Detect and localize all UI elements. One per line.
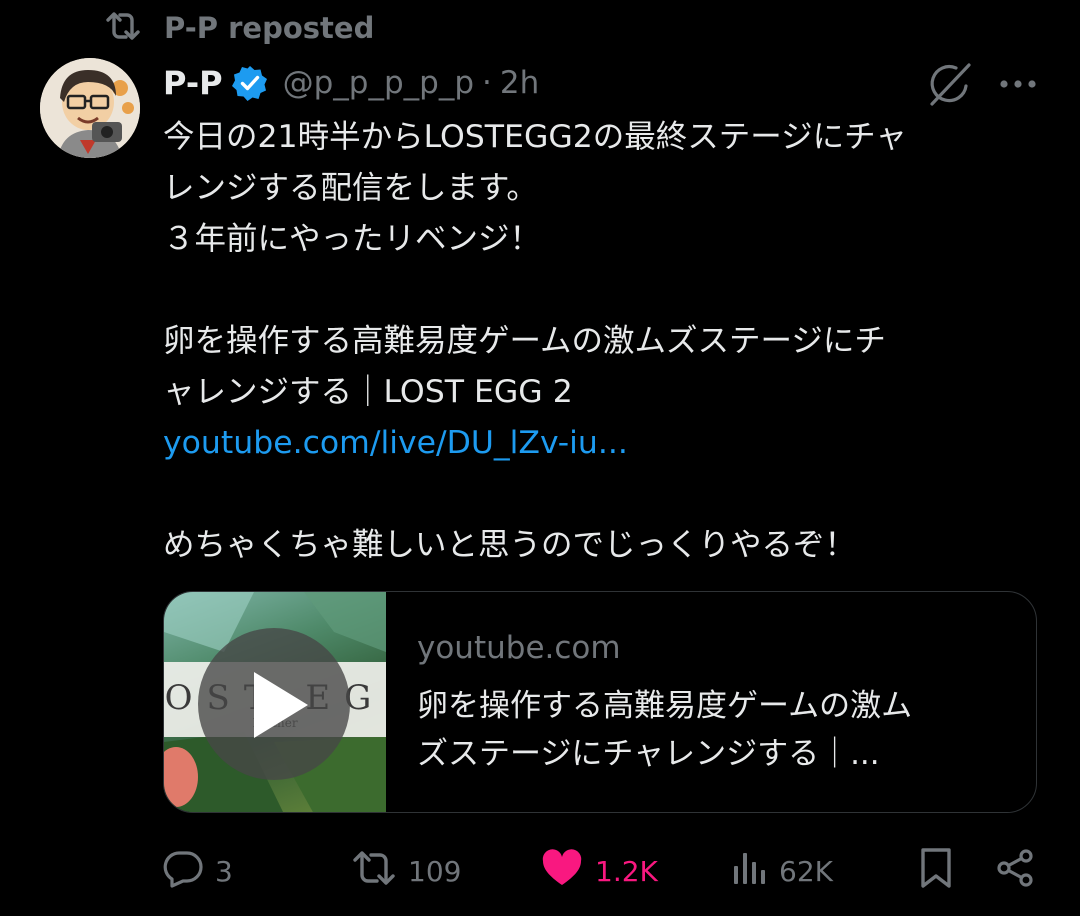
card-thumbnail[interactable]: OST EG Be ther [164,592,386,812]
repost-icon [104,10,142,46]
repost-label: P-P reposted [164,11,375,45]
author-handle[interactable]: @p_p_p_p_p [283,65,474,101]
grok-icon[interactable] [926,60,974,108]
card-domain: youtube.com [417,630,621,666]
post-time[interactable]: 2h [500,65,539,101]
card-title-line: 卵を操作する高難易度ゲームの激ム [417,688,913,724]
tweet-line: 今日の21時半からLOSTEGG2の最終ステージにチャ [163,119,907,155]
repost-icon [352,849,396,894]
author-name[interactable]: P-P [163,64,223,102]
tweet-text: 今日の21時半からLOSTEGG2の最終ステージにチャ レンジする配信をします。… [163,112,1043,571]
view-count: 62K [779,854,833,888]
tweet-line: レンジする配信をします。 [163,170,538,206]
tweet-link[interactable]: youtube.com/live/DU_lZv-iu... [163,418,1043,469]
tweet-line: ャレンジする｜LOST EGG 2 [163,374,573,410]
separator-dot: · [482,65,492,101]
share-icon [995,848,1035,895]
card-title-line: ズステージにチャレンジする｜... [417,736,880,772]
tweet-line: ３年前にやったリベンジ！ [163,221,542,257]
author-line: P-P @p_p_p_p_p · 2h [163,60,539,106]
views-button[interactable]: 62K [731,846,833,896]
reply-count: 3 [215,854,233,888]
views-chart-icon [731,850,767,893]
repost-header[interactable]: P-P reposted [104,8,374,48]
bookmark-icon [918,847,954,896]
like-count: 1.2K [595,854,658,888]
bookmark-button[interactable] [918,846,954,896]
more-icon[interactable] [996,62,1040,106]
avatar[interactable] [40,58,140,158]
share-button[interactable] [995,846,1035,896]
verified-badge-icon [231,64,269,102]
reply-button[interactable]: 3 [163,846,233,896]
heart-filled-icon [541,848,583,894]
link-card[interactable]: OST EG Be ther youtube.com 卵を操作する高難易度ゲーム… [163,591,1037,813]
card-title: 卵を操作する高難易度ゲームの激ム ズステージにチャレンジする｜... [417,682,1017,778]
like-button[interactable]: 1.2K [541,846,658,896]
tweet-line: めちゃくちゃ難しいと思うのでじっくりやるぞ！ [163,527,857,563]
repost-button[interactable]: 109 [352,846,461,896]
play-icon[interactable] [198,628,350,780]
tweet-line: 卵を操作する高難易度ゲームの激ムズステージにチ [163,323,886,359]
reply-icon [163,848,203,895]
repost-count: 109 [408,854,462,888]
